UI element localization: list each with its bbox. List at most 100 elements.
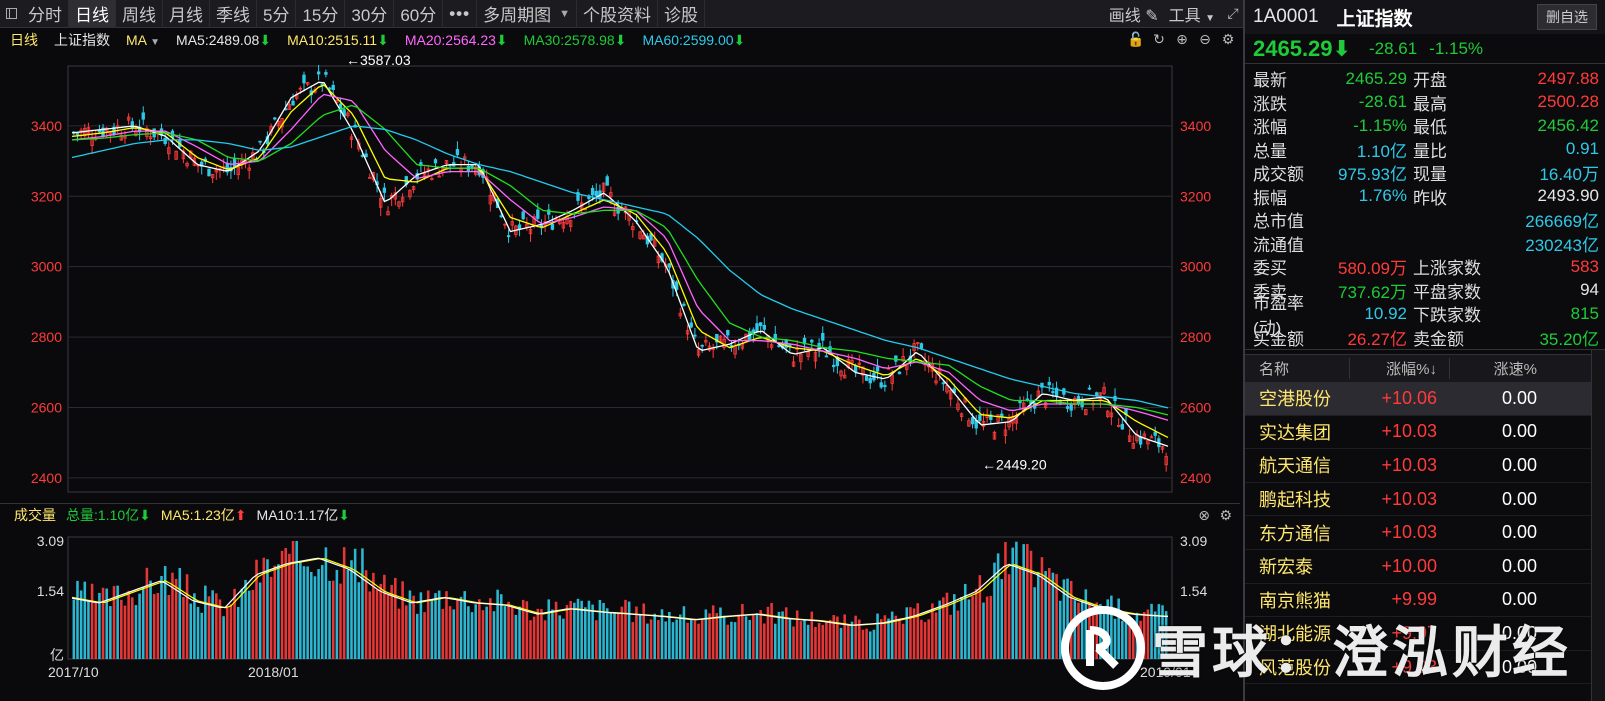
quote-label: 委买 [1253, 259, 1287, 279]
list-item[interactable]: 湖北能源 +9.97 0.00 [1245, 617, 1605, 651]
lock-icon[interactable]: 🔓 [1127, 31, 1144, 47]
current-price: 2465.29⬇ [1253, 35, 1351, 61]
list-item[interactable]: 风范股份 +9.93 0.00 [1245, 651, 1605, 685]
volume-bar [251, 589, 255, 659]
volume-bar [218, 599, 222, 659]
volume-bar [1026, 543, 1029, 659]
tab-5[interactable]: 5分 [257, 0, 297, 28]
close-icon[interactable]: ⊗ [1198, 507, 1210, 524]
tab-9[interactable]: ••• [443, 0, 478, 28]
y-tick-label-left: 2400 [31, 470, 62, 486]
list-item[interactable]: 南京熊猫 +9.99 0.00 [1245, 584, 1605, 618]
tab-0[interactable]: 分时 [22, 0, 69, 28]
quote-label: 量比 [1413, 141, 1447, 161]
candle-body [970, 417, 975, 425]
candle-body [141, 112, 145, 120]
tab-10[interactable]: 多周期图 ▼ [477, 0, 577, 28]
price-line: 2465.29⬇ -28.61 -1.15% [1245, 34, 1605, 64]
col-pct[interactable]: 涨幅%↓ [1349, 358, 1449, 379]
volume-bar [196, 606, 200, 659]
volume-bar [532, 616, 536, 659]
quote-value: 10.92 [1364, 303, 1407, 323]
tab-6[interactable]: 15分 [296, 0, 346, 28]
tab-7[interactable]: 30分 [345, 0, 395, 28]
volume-bar [437, 590, 441, 659]
volume-bar [551, 609, 554, 659]
volume-bar [843, 614, 846, 659]
list-item[interactable]: 鹏起科技 +10.03 0.00 [1245, 483, 1605, 517]
volume-bar [949, 614, 952, 659]
stock-pct: +10.03 [1381, 522, 1437, 543]
volume-bar [1124, 621, 1128, 659]
volume-bar [839, 627, 843, 659]
kline-chart[interactable]: 3400 3400 3200 3200 3000 3000 2800 2800 2600 2600… [0, 52, 1240, 500]
volume-bar [803, 619, 806, 659]
scrollbar[interactable] [1591, 350, 1605, 701]
list-item[interactable]: 航天通信 +10.03 0.00 [1245, 449, 1605, 483]
indicator-select[interactable]: MA ▼ [126, 32, 160, 48]
quote-label: 现量 [1413, 165, 1447, 185]
list-item[interactable]: 东方通信 +10.03 0.00 [1245, 516, 1605, 550]
volume-bar [83, 581, 87, 659]
x-tick-label: 2018/01 [248, 664, 299, 680]
volume-bar [353, 548, 357, 659]
ma30-value: MA30:2578.98⬇ [523, 31, 627, 48]
volume-bar [576, 598, 580, 659]
quote-row: 总市值 266669亿 [1245, 208, 1605, 232]
remove-watchlist-button[interactable]: 删自选 [1537, 4, 1597, 30]
caret-down-icon: ▼ [559, 7, 570, 20]
settings-icon[interactable]: ⚙ [1220, 31, 1236, 47]
volume-bar [847, 624, 850, 659]
quote-label: 开盘 [1413, 71, 1447, 91]
list-item[interactable]: 实达集团 +10.03 0.00 [1245, 416, 1605, 450]
expand-icon[interactable]: ⤢ [1225, 5, 1241, 22]
candle-body [1069, 403, 1073, 411]
volume-bar [138, 593, 141, 659]
zoom-in-icon[interactable]: ⊕ [1174, 31, 1190, 47]
stock-list-header: 名称 涨幅%↓ 涨速% [1245, 354, 1605, 382]
refresh-icon[interactable]: ↻ [1151, 31, 1167, 47]
volume-chart[interactable]: 3.09 3.09 1.54 1.54 亿 2017/10 2018/01 2019/01 [0, 525, 1240, 701]
tab-2[interactable]: 周线 [116, 0, 163, 28]
quote-label: 涨幅 [1253, 118, 1287, 138]
period-tabs: 分时 日线 周线 月线 季线 5分 15分 30分 60分 ••• 多周期图 ▼ 个股资料 诊股 [22, 0, 705, 28]
candle-body [207, 168, 211, 177]
zoom-out-icon[interactable]: ⊖ [1197, 31, 1213, 47]
list-item[interactable]: 空港股份 +10.06 0.00 [1245, 382, 1605, 416]
quote-value: 2497.88 [1537, 68, 1599, 88]
volume-bar [1121, 620, 1124, 659]
volume-bar [657, 620, 660, 659]
volume-bar [777, 611, 781, 659]
volume-bar [960, 596, 963, 659]
tab-12[interactable]: 诊股 [658, 0, 705, 28]
volume-bar [167, 595, 171, 659]
quote-panel: 1A0001 上证指数 删自选 2465.29⬇ -28.61 -1.15% 最… [1243, 0, 1605, 701]
col-speed[interactable]: 涨速% [1449, 358, 1549, 379]
quote-row: 总量 1.10亿 量比 0.91 [1245, 138, 1605, 162]
sidebar-toggle-icon[interactable] [0, 0, 22, 28]
volume-bar [211, 590, 214, 659]
list-item[interactable]: 新宏泰 +10.00 0.00 [1245, 550, 1605, 584]
quote-table: 最新 2465.29 开盘 2497.88 涨跌 -28.61 最高 2500.28 涨幅 -1.… [1245, 64, 1605, 350]
volume-bar [474, 604, 477, 659]
stock-name: 新宏泰 [1259, 557, 1313, 578]
settings-icon[interactable]: ⚙ [1219, 507, 1232, 524]
volume-bar [795, 610, 799, 659]
tab-1[interactable]: 日线 [69, 0, 116, 28]
tab-4[interactable]: 季线 [210, 0, 257, 28]
volume-bar [434, 593, 437, 659]
col-name[interactable]: 名称 [1245, 358, 1349, 379]
volume-bar [605, 608, 609, 659]
volume-bar [233, 588, 236, 659]
volume-bar [229, 604, 233, 659]
tools-button[interactable]: 工具 ▼ [1169, 2, 1215, 26]
candle-body [455, 149, 460, 156]
candle-body [1047, 381, 1051, 386]
tab-label: 月线 [169, 6, 203, 25]
volume-bar [489, 598, 492, 659]
tab-3[interactable]: 月线 [163, 0, 210, 28]
draw-line-button[interactable]: 画线 ✎ [1109, 2, 1159, 26]
tab-8[interactable]: 60分 [394, 0, 444, 28]
volume-bar [215, 593, 218, 659]
tab-11[interactable]: 个股资料 [577, 0, 658, 28]
